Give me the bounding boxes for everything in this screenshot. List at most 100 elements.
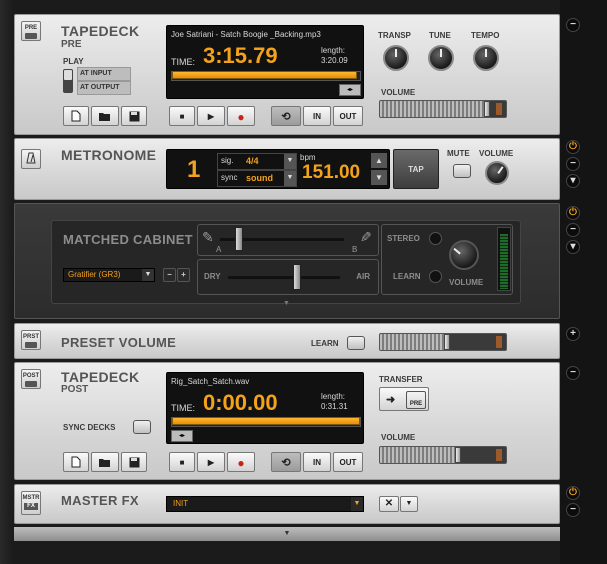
fader-cap (496, 103, 502, 115)
post-new-file-button[interactable] (63, 452, 89, 472)
master-fx-select[interactable]: INIT ▼ (166, 496, 364, 512)
transfer-button[interactable]: ➜ PRE (379, 387, 429, 411)
fader-cap (496, 336, 502, 348)
play-icon: ▶ (207, 112, 215, 121)
collapse-tapedeck-post-button[interactable]: − (566, 366, 580, 380)
fader-fill (380, 334, 444, 350)
dry-air-slider-handle[interactable] (293, 264, 301, 290)
cabinet-collapse-button[interactable]: − (566, 223, 580, 237)
out-point-button[interactable]: OUT (333, 106, 363, 126)
metronome-collapse-button[interactable]: − (566, 157, 580, 171)
metronome-title: METRONOME (61, 147, 157, 163)
stop-icon: ■ (179, 112, 185, 121)
folder-icon (99, 113, 110, 121)
post-stop-button[interactable]: ■ (169, 452, 195, 472)
tapedeck-pre-tag-icon: PRE (21, 21, 41, 41)
master-fx-power-icon[interactable]: ⏻ (566, 486, 580, 500)
loop-button[interactable]: ⟲ (271, 106, 301, 126)
rack-bottom-expand[interactable]: ▼ (14, 527, 560, 541)
chevron-down-icon: ▼ (284, 154, 296, 169)
transp-knob[interactable] (383, 45, 409, 71)
post-time-label: TIME: (171, 403, 195, 413)
mute-toggle[interactable] (453, 164, 471, 178)
tapedeck-post-volume-fader[interactable] (379, 446, 507, 464)
tapedeck-pre-volume-fader[interactable] (379, 100, 507, 118)
play-at-output-option[interactable]: AT OUTPUT (77, 81, 131, 95)
metronome-expand-icon[interactable]: ▾ (566, 174, 580, 188)
fader-fill (380, 101, 484, 117)
master-fx-tag-icon: MSTR FX (21, 491, 41, 515)
sync-value: sound (246, 173, 273, 183)
bpm-up-button[interactable]: ▲ (371, 153, 387, 168)
tapedeck-pre-title: TAPEDECK (61, 23, 140, 39)
metronome-volume-knob[interactable] (485, 161, 509, 185)
cabinet-volume-knob[interactable] (449, 240, 479, 270)
volume-label: VOLUME (381, 88, 416, 97)
cabinet-preset-select[interactable]: Gratifier (GR3) ▼ (63, 268, 155, 282)
fader-handle[interactable] (484, 101, 490, 117)
scroll-handle[interactable]: ◂▸ (339, 84, 361, 96)
bpm-down-button[interactable]: ▼ (371, 170, 387, 185)
post-scroll-handle[interactable]: ◂▸ (171, 430, 193, 442)
tap-button[interactable]: TAP (393, 149, 439, 189)
post-in-point-button[interactable]: IN (303, 452, 331, 472)
play-button[interactable]: ▶ (197, 106, 225, 126)
metronome-power-icon[interactable]: ⏻ (566, 140, 580, 154)
post-open-file-button[interactable] (91, 452, 119, 472)
cabinet-power-icon[interactable]: ⏻ (566, 206, 580, 220)
sig-select[interactable]: sig. 4/4 ▼ (217, 153, 297, 170)
play-switch[interactable] (63, 69, 73, 93)
cabinet-expand-icon[interactable]: ▼ (283, 300, 290, 307)
master-fx-collapse-button[interactable]: − (566, 503, 580, 517)
tapedeck-post-tag-icon: POST (21, 369, 41, 389)
tempo-label: TEMPO (471, 31, 500, 40)
save-file-button[interactable] (121, 106, 147, 126)
chevron-down-icon: ▼ (142, 269, 154, 281)
tapedeck-post-position-bar[interactable] (171, 417, 361, 427)
ab-section: ✎ ✎ A B (197, 224, 379, 256)
post-out-point-button[interactable]: OUT (333, 452, 363, 472)
sync-decks-toggle[interactable] (133, 420, 151, 434)
tapedeck-post-title: TAPEDECK (61, 369, 140, 385)
play-at-input-option[interactable]: AT INPUT (77, 67, 131, 81)
bpm-value: 151.00 (302, 162, 361, 183)
fader-handle[interactable] (444, 334, 450, 350)
stereo-toggle[interactable] (429, 232, 442, 245)
preset-volume-fader[interactable] (379, 333, 507, 351)
post-record-button[interactable]: ● (227, 452, 255, 472)
fader-handle[interactable] (455, 447, 461, 463)
sync-select[interactable]: sync sound ▼ (217, 170, 297, 187)
learn-toggle[interactable] (429, 270, 442, 283)
tune-knob[interactable] (428, 45, 454, 71)
transfer-pre-tag: PRE (406, 391, 426, 409)
tapedeck-post-length: 0:31.31 (321, 402, 348, 411)
cabinet-expand-button[interactable]: ▾ (566, 240, 580, 254)
preset-volume-add-button[interactable]: + (566, 327, 580, 341)
post-play-button[interactable]: ▶ (197, 452, 225, 472)
master-fx-menu-button[interactable]: ▼ (400, 496, 418, 512)
right-rail (560, 0, 607, 564)
preset-learn-toggle[interactable] (347, 336, 365, 350)
preset-next-button[interactable]: + (177, 268, 190, 282)
stop-button[interactable]: ■ (169, 106, 195, 126)
post-save-file-button[interactable] (121, 452, 147, 472)
master-fx-clear-button[interactable]: ✕ (379, 496, 399, 512)
post-loop-button[interactable]: ⟲ (271, 452, 301, 472)
cabinet-volume-label: VOLUME (449, 278, 484, 287)
position-fill (172, 417, 360, 425)
record-button[interactable]: ● (227, 106, 255, 126)
loop-icon: ⟲ (281, 457, 291, 469)
tapedeck-pre-position-bar[interactable] (171, 71, 361, 81)
tapedeck-pre-length: 3:20.09 (321, 56, 348, 65)
tag-text: PRE (24, 25, 38, 31)
ab-slider-handle[interactable] (235, 227, 243, 251)
in-point-button[interactable]: IN (303, 106, 331, 126)
open-file-button[interactable] (91, 106, 119, 126)
collapse-tapedeck-pre-button[interactable]: − (566, 18, 580, 32)
cabinet-preset-value: Gratifier (GR3) (68, 270, 121, 279)
tempo-knob[interactable] (473, 45, 499, 71)
preset-prev-button[interactable]: − (163, 268, 176, 282)
tag-text: PRST (22, 334, 39, 340)
bpm-label: bpm (300, 153, 316, 162)
new-file-button[interactable] (63, 106, 89, 126)
